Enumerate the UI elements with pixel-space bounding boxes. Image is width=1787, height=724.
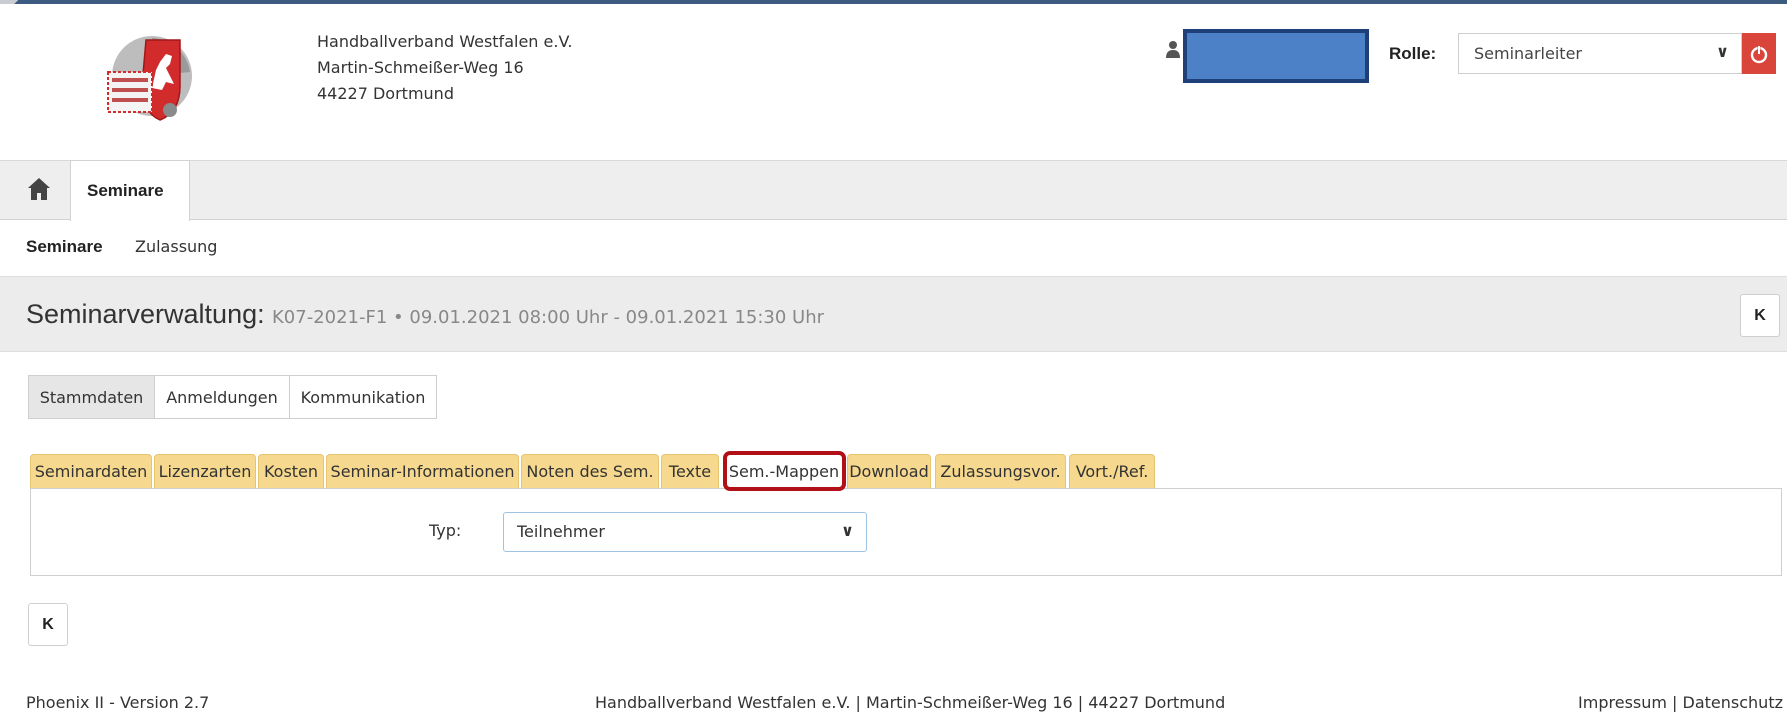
role-select-value: Seminarleiter xyxy=(1474,44,1582,63)
role-select[interactable]: Seminarleiter ∨ xyxy=(1458,33,1742,74)
footer-version: Phoenix II - Version 2.7 xyxy=(26,693,210,712)
tab-noten-des-sem[interactable]: Noten des Sem. xyxy=(521,454,659,490)
subnav-zulassung[interactable]: Zulassung xyxy=(135,237,217,256)
user-name-redacted[interactable] xyxy=(1183,29,1369,83)
typ-select[interactable]: Teilnehmer ∨ xyxy=(503,512,867,552)
role-label: Rolle: xyxy=(1389,44,1437,63)
association-logo xyxy=(107,36,192,121)
org-street: Martin-Schmeißer-Weg 16 xyxy=(317,58,524,77)
home-icon[interactable] xyxy=(26,175,52,203)
tab-seminare-label: Seminare xyxy=(87,181,164,200)
user-icon xyxy=(1166,41,1180,58)
active-tab-highlight xyxy=(723,451,846,491)
tab-seminardaten[interactable]: Seminardaten xyxy=(30,454,152,490)
tab-kosten[interactable]: Kosten xyxy=(258,454,324,490)
tab-content-panel xyxy=(30,488,1782,576)
tab-download[interactable]: Download xyxy=(847,454,931,490)
page-title: Seminarverwaltung: xyxy=(26,299,265,329)
section-anmeldungen[interactable]: Anmeldungen xyxy=(154,375,290,419)
section-stammdaten[interactable]: Stammdaten xyxy=(28,375,155,419)
typ-select-value: Teilnehmer xyxy=(517,522,605,541)
tab-lizenzarten[interactable]: Lizenzarten xyxy=(154,454,256,490)
org-name: Handballverband Westfalen e.V. xyxy=(317,32,573,51)
chevron-down-icon: ∨ xyxy=(1716,42,1729,61)
tab-texte[interactable]: Texte xyxy=(661,454,719,490)
power-icon xyxy=(1750,45,1768,64)
main-nav: Seminare xyxy=(0,160,1787,221)
first-page-button-bottom[interactable]: K xyxy=(28,603,68,646)
title-bar: Seminarverwaltung: K07-2021-F1 • 09.01.2… xyxy=(0,276,1787,352)
first-page-button[interactable]: K xyxy=(1740,294,1780,337)
chevron-down-icon: ∨ xyxy=(841,521,854,540)
typ-label: Typ: xyxy=(429,521,462,540)
header: Handballverband Westfalen e.V. Martin-Sc… xyxy=(0,4,1787,160)
logout-button[interactable] xyxy=(1742,33,1776,74)
footer-address: Handballverband Westfalen e.V. | Martin-… xyxy=(595,693,1226,712)
tab-seminare[interactable]: Seminare xyxy=(70,160,190,221)
tab-seminar-informationen[interactable]: Seminar-Informationen xyxy=(326,454,519,490)
tab-zulassungsvor[interactable]: Zulassungsvor. xyxy=(935,454,1066,490)
section-kommunikation[interactable]: Kommunikation xyxy=(289,375,437,419)
subnav-seminare[interactable]: Seminare xyxy=(26,237,103,257)
org-city: 44227 Dortmund xyxy=(317,84,454,103)
tab-vort-ref[interactable]: Vort./Ref. xyxy=(1069,454,1155,490)
seminar-subtitle: K07-2021-F1 • 09.01.2021 08:00 Uhr - 09.… xyxy=(272,307,825,328)
footer-links[interactable]: Impressum | Datenschutz xyxy=(1578,693,1783,712)
